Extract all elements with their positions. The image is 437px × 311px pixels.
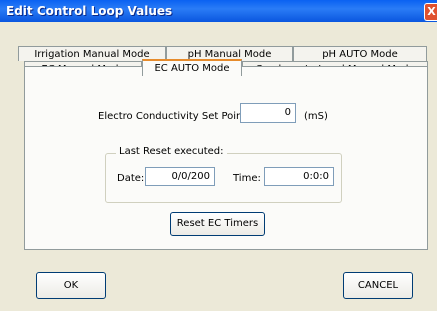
time-label: Time:: [233, 173, 261, 184]
ec-setpoint-unit: (mS): [304, 111, 328, 122]
close-icon[interactable]: X: [424, 3, 437, 21]
window-title: Edit Control Loop Values: [6, 4, 173, 18]
last-reset-legend: Last Reset executed:: [116, 146, 227, 157]
title-bar: Edit Control Loop Values X: [0, 0, 437, 22]
date-label: Date:: [117, 173, 145, 184]
ec-setpoint-label: Electro Conductivity Set Point:: [98, 111, 250, 122]
cancel-button[interactable]: CANCEL: [343, 272, 413, 299]
reset-ec-timers-button[interactable]: Reset EC Timers: [170, 212, 265, 236]
ec-setpoint-input[interactable]: 0: [240, 103, 296, 123]
date-field[interactable]: 0/0/200: [145, 167, 215, 186]
tab-ph-auto-mode[interactable]: pH AUTO Mode: [293, 46, 427, 61]
time-field[interactable]: 0:0:0: [264, 167, 334, 186]
tab-ec-auto-mode[interactable]: EC AUTO Mode: [142, 59, 242, 76]
ok-button[interactable]: OK: [36, 272, 106, 299]
